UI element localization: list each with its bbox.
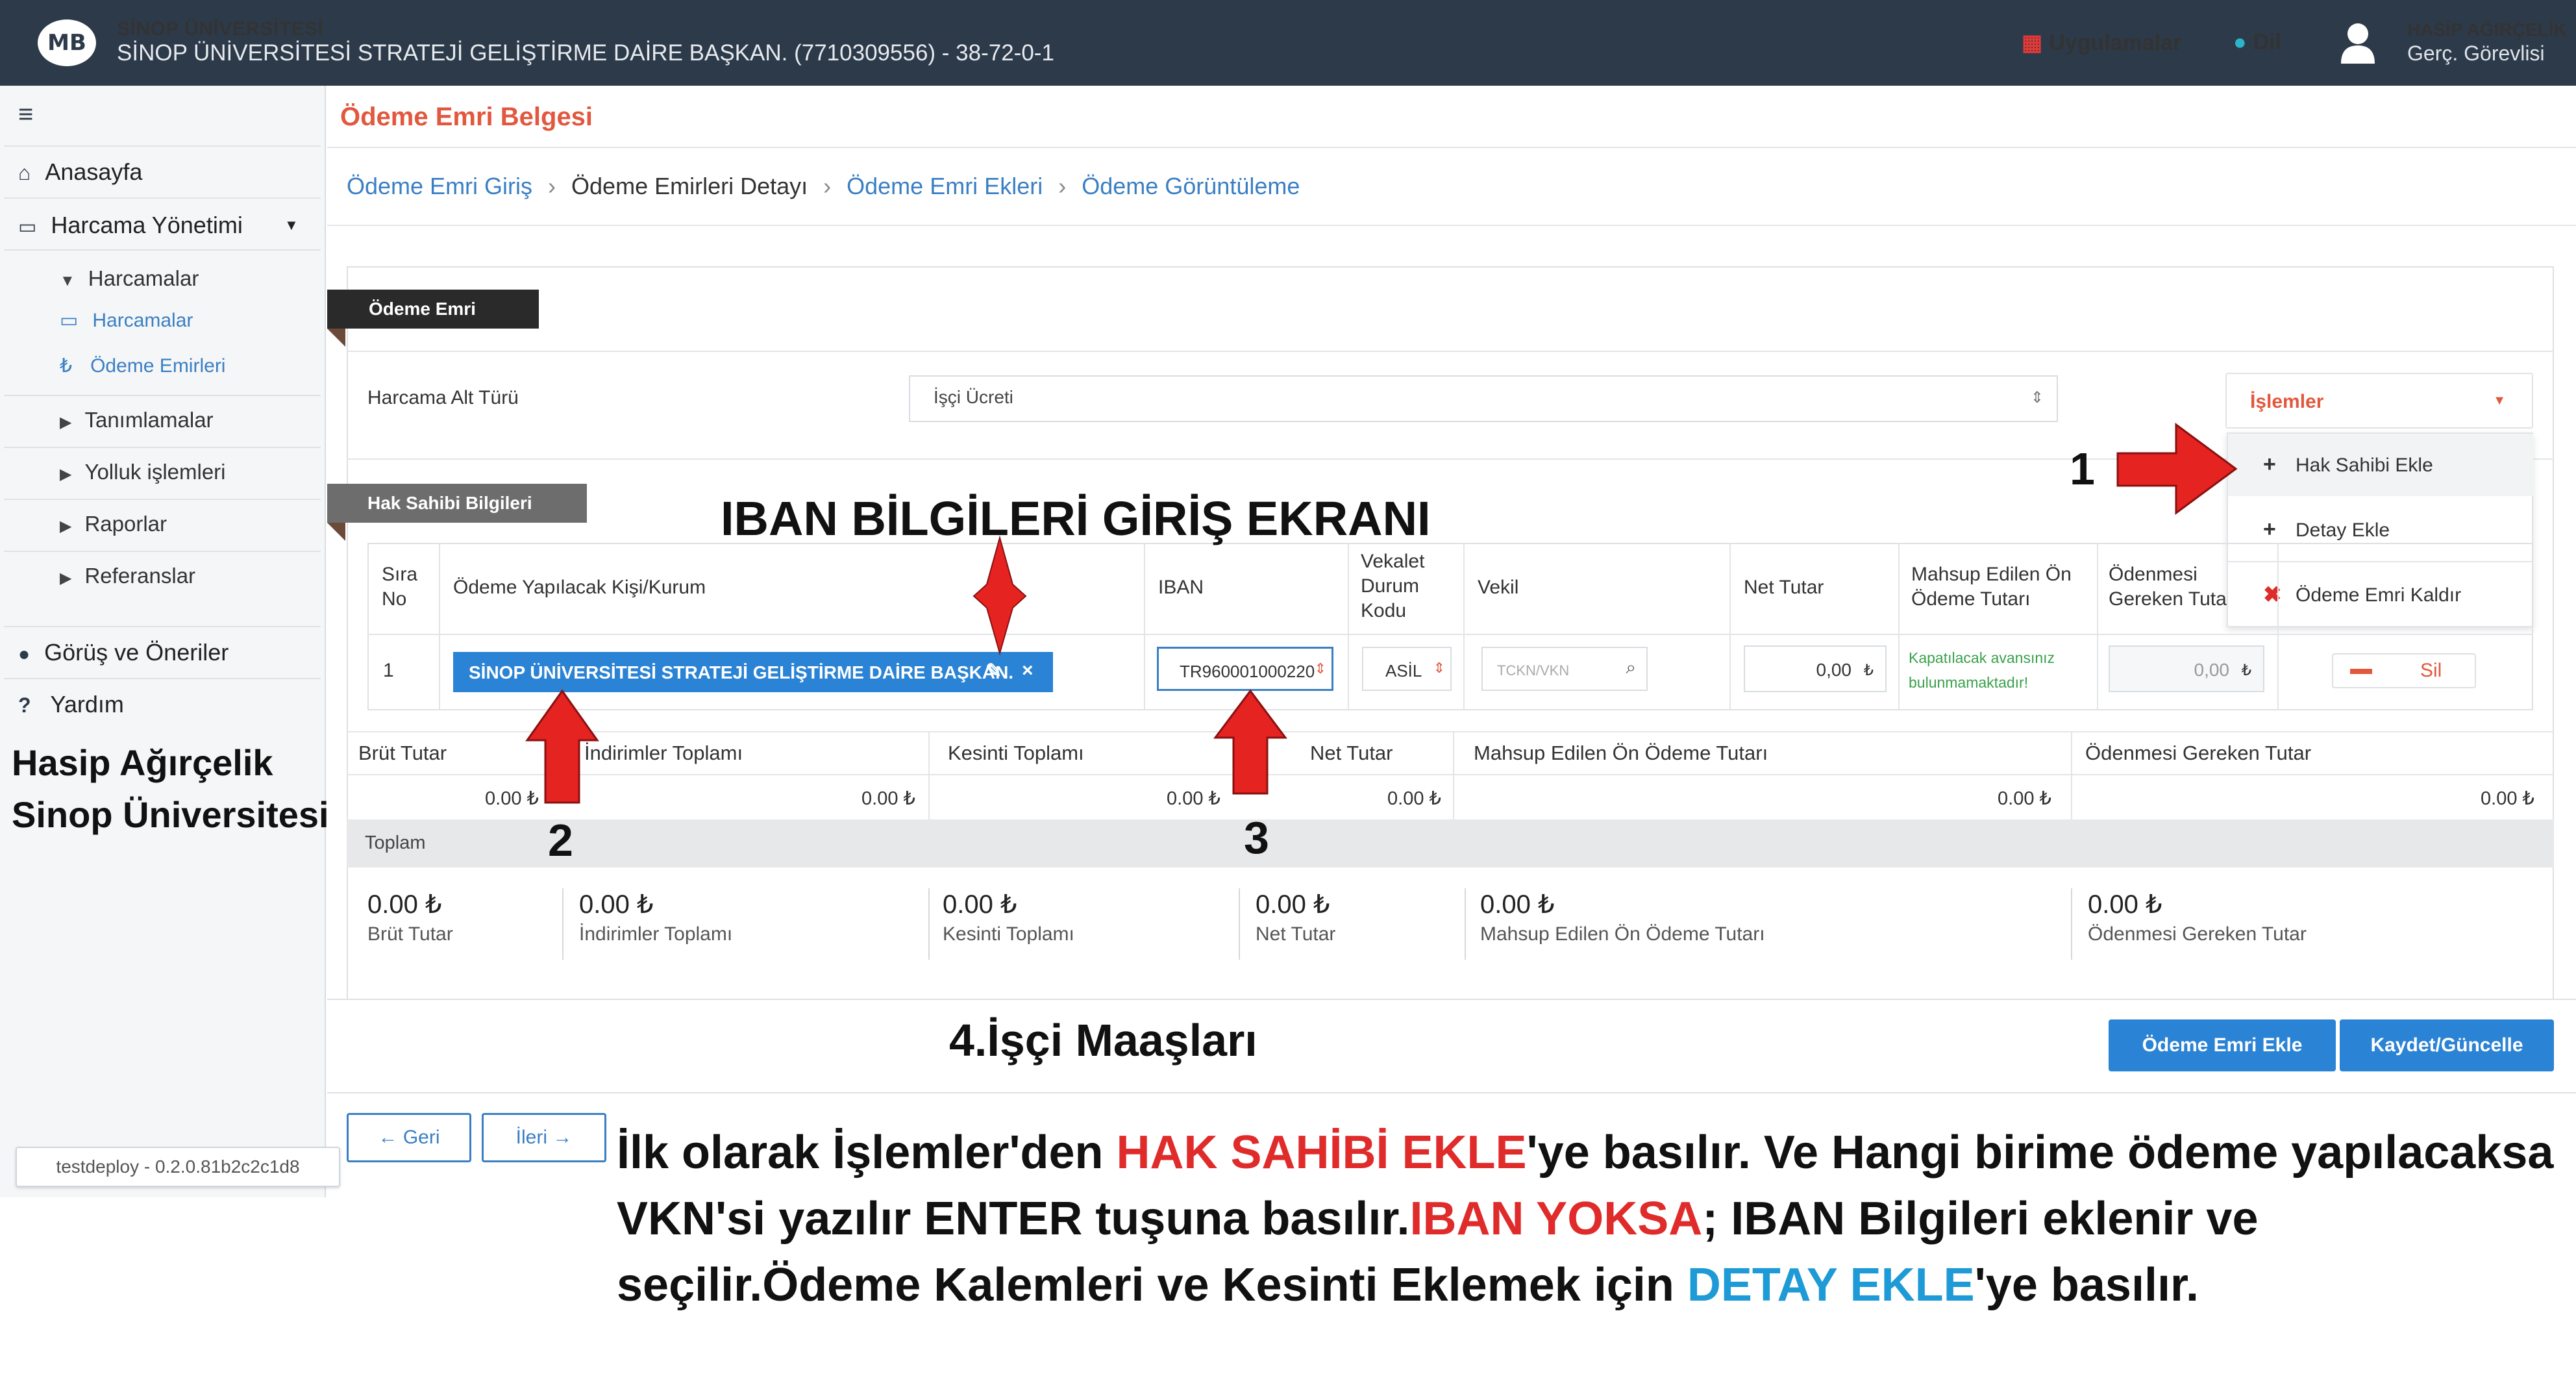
double-arrow-icon — [972, 535, 1027, 656]
instruction-text: İlk olarak İşlemler'den HAK SAHİBİ EKLE'… — [617, 1127, 2554, 1311]
arrow-up-icon — [525, 689, 599, 804]
arrow-right-icon — [2116, 423, 2238, 515]
arrow-up-icon — [1213, 689, 1287, 795]
